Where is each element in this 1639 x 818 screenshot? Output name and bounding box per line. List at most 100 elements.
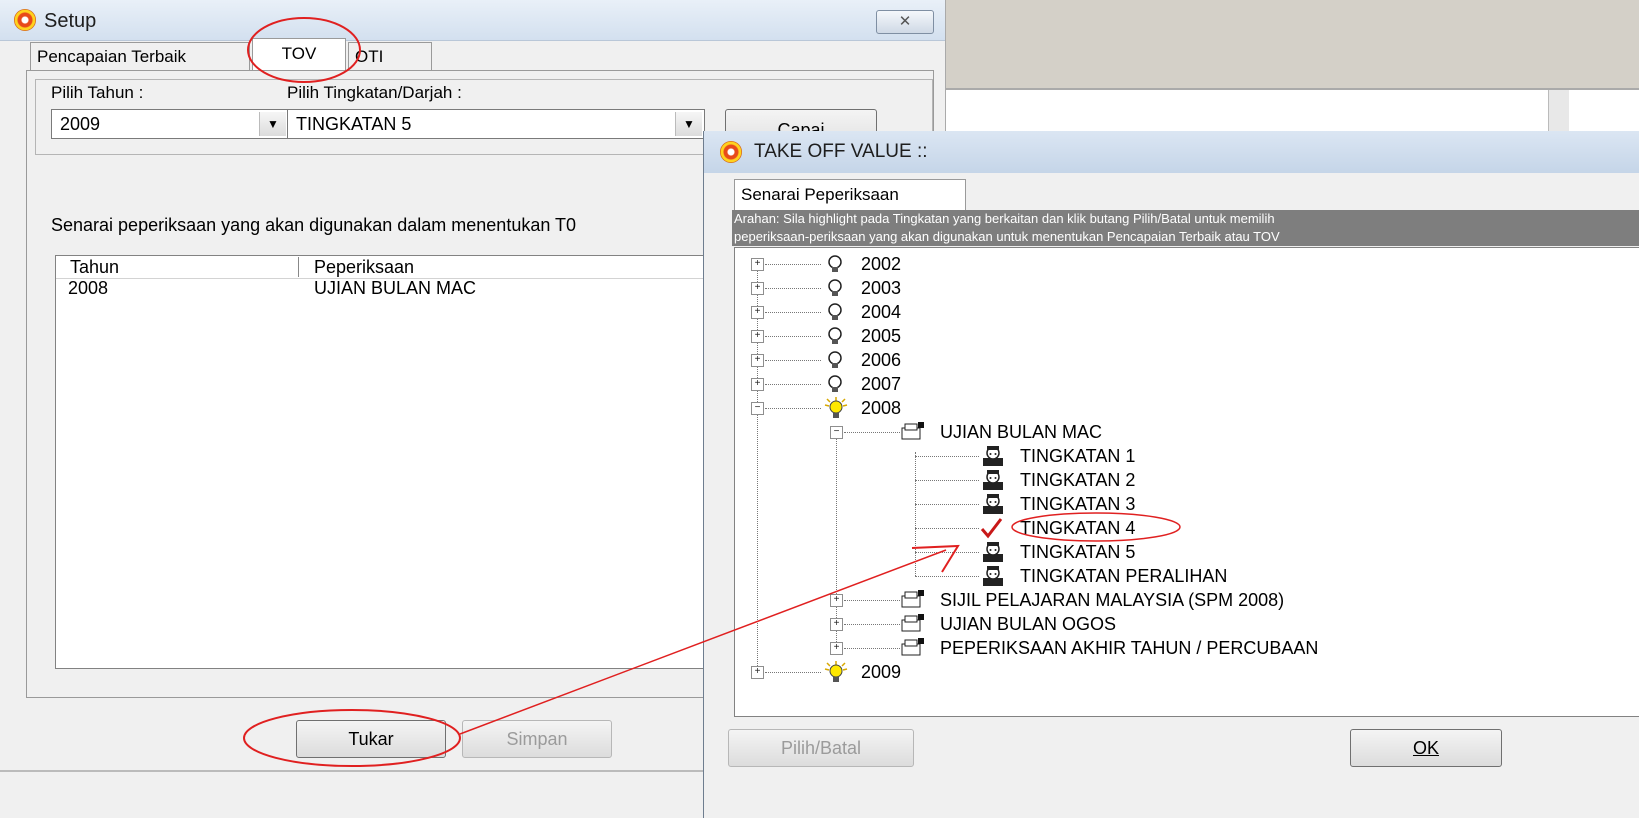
tree-connector (915, 456, 979, 457)
tab-senarai-peperiksaan[interactable]: Senarai Peperiksaan (734, 179, 966, 211)
expand-plus-icon[interactable]: + (830, 594, 843, 607)
exam-folder-icon (901, 590, 924, 608)
tree-node-spm-2008[interactable]: + SIJIL PELAJARAN MALAYSIA (SPM 2008) (735, 588, 1635, 612)
tree-node-ujian-bulan-ogos[interactable]: + UJIAN BULAN OGOS (735, 612, 1635, 636)
expand-plus-icon[interactable]: + (751, 306, 764, 319)
student-icon (983, 446, 1003, 466)
tree-node-tingkatan-2[interactable]: TINGKATAN 2 (735, 468, 1635, 492)
target-icon (14, 9, 36, 31)
exam-list[interactable]: Tahun Peperiksaan 2008 UJIAN BULAN MAC (55, 255, 735, 669)
tree-year-label: 2002 (861, 254, 902, 274)
take-off-value-dialog: TAKE OFF VALUE :: Senarai Peperiksaan Ar… (703, 131, 1639, 818)
tree-node-peperiksaan-akhir[interactable]: + PEPERIKSAAN AKHIR TAHUN / PERCUBAAN (735, 636, 1635, 660)
student-icon (983, 566, 1003, 586)
tree-node-2002[interactable]: + 2002 (735, 252, 1635, 276)
setup-title-bar[interactable]: Setup ✕ (0, 0, 945, 41)
student-icon (983, 494, 1003, 514)
tab-pencapaian-terbaik[interactable]: Pencapaian Terbaik (30, 42, 250, 70)
scrollbar-stub[interactable] (1548, 90, 1569, 132)
tree-node-tingkatan-3[interactable]: TINGKATAN 3 (735, 492, 1635, 516)
tree-connector (765, 360, 821, 361)
tree-connector (765, 672, 821, 673)
expand-plus-icon[interactable]: + (751, 354, 764, 367)
column-header-tahun[interactable]: Tahun (70, 256, 119, 278)
expand-plus-icon[interactable]: + (830, 642, 843, 655)
chevron-down-icon[interactable]: ▼ (675, 112, 702, 136)
tree-year-label: 2003 (861, 278, 902, 298)
tree-node-tingkatan-4[interactable]: TINGKATAN 4 (735, 516, 1635, 540)
column-divider[interactable] (298, 257, 299, 277)
expand-plus-icon[interactable]: + (751, 282, 764, 295)
tukar-button[interactable]: Tukar (296, 720, 446, 758)
year-select[interactable]: 2009 ▼ (51, 109, 289, 139)
tree-node-2003[interactable]: + 2003 (735, 276, 1635, 300)
tree-node-2009[interactable]: + 2009 (735, 660, 1635, 684)
tree-connector (915, 576, 979, 577)
tab-oti[interactable]: OTI (348, 42, 432, 70)
tree-node-tingkatan-peralihan[interactable]: TINGKATAN PERALIHAN (735, 564, 1635, 588)
tree-node-2008[interactable]: − 2008 (735, 396, 1635, 420)
collapse-minus-icon[interactable]: − (830, 426, 843, 439)
column-header-peperiksaan[interactable]: Peperiksaan (314, 256, 414, 278)
ok-button[interactable]: OK (1350, 729, 1502, 767)
simpan-button[interactable]: Simpan (462, 720, 612, 758)
tree-connector (765, 408, 821, 409)
tree-year-label: 2009 (861, 662, 902, 682)
tree-level-label: TINGKATAN 4 (1020, 518, 1136, 538)
tree-level-label: TINGKATAN 3 (1020, 494, 1136, 514)
target-icon (720, 141, 742, 163)
tree-node-2004[interactable]: + 2004 (735, 300, 1635, 324)
exam-list-description: Senarai peperiksaan yang akan digunakan … (51, 215, 577, 235)
tree-node-tingkatan-1[interactable]: TINGKATAN 1 (735, 444, 1635, 468)
pilih-batal-button[interactable]: Pilih/Batal (728, 729, 914, 767)
year-select-value: 2009 (60, 114, 101, 134)
tree-connector (915, 504, 979, 505)
tree-level-label: TINGKATAN 1 (1020, 446, 1136, 466)
tree-exam-label: UJIAN BULAN OGOS (940, 614, 1117, 634)
background-divider (946, 88, 1639, 90)
table-row[interactable]: 2008 UJIAN BULAN MAC (56, 278, 734, 300)
tree-connector (915, 528, 979, 529)
tree-connector (765, 336, 821, 337)
exam-list-header: Tahun Peperiksaan (56, 256, 734, 279)
tingkatan-select[interactable]: TINGKATAN 5 ▼ (287, 109, 705, 139)
tree-node-2007[interactable]: + 2007 (735, 372, 1635, 396)
expand-plus-icon[interactable]: + (751, 258, 764, 271)
student-icon (983, 470, 1003, 490)
dialog-title: TAKE OFF VALUE :: (754, 141, 928, 162)
close-button[interactable]: ✕ (876, 10, 934, 34)
bulb-off-icon (828, 351, 842, 368)
dialog-title-bar[interactable]: TAKE OFF VALUE :: (704, 131, 1639, 173)
tree-year-label: 2008 (861, 398, 902, 418)
tree-node-2005[interactable]: + 2005 (735, 324, 1635, 348)
tab-tov[interactable]: TOV (252, 38, 346, 71)
tree-connector (765, 264, 821, 265)
tree-exam-label: PEPERIKSAAN AKHIR TAHUN / PERCUBAAN (940, 638, 1319, 658)
exam-tree[interactable]: + 2002 + 2003 + 2004 + 2005 + 2006 + 200… (734, 247, 1639, 717)
tree-year-label: 2005 (861, 326, 902, 346)
tree-level-label: TINGKATAN PERALIHAN (1020, 566, 1228, 586)
bulb-off-icon (828, 375, 842, 392)
chevron-down-icon[interactable]: ▼ (259, 112, 286, 136)
pilih-tingkatan-label: Pilih Tingkatan/Darjah : (287, 83, 462, 102)
expand-plus-icon[interactable]: + (751, 330, 764, 343)
bulb-off-icon (828, 303, 842, 320)
exam-folder-icon (901, 422, 924, 440)
tree-node-tingkatan-5[interactable]: TINGKATAN 5 (735, 540, 1635, 564)
expand-plus-icon[interactable]: + (751, 666, 764, 679)
tree-node-ujian-bulan-mac[interactable]: − UJIAN BULAN MAC (735, 420, 1635, 444)
expand-plus-icon[interactable]: + (830, 618, 843, 631)
arahan-line-1: Arahan: Sila highlight pada Tingkatan ya… (732, 210, 1639, 228)
collapse-minus-icon[interactable]: − (751, 402, 764, 415)
cell-peperiksaan: UJIAN BULAN MAC (314, 278, 477, 298)
exam-folder-icon (901, 638, 924, 656)
tree-connector (915, 552, 979, 553)
tree-connector (844, 648, 900, 649)
tree-year-label: 2004 (861, 302, 902, 322)
tree-node-2006[interactable]: + 2006 (735, 348, 1635, 372)
tree-connector (844, 432, 900, 433)
bulb-on-icon (824, 661, 848, 682)
expand-plus-icon[interactable]: + (751, 378, 764, 391)
tree-exam-label: UJIAN BULAN MAC (940, 422, 1103, 442)
tree-connector (765, 312, 821, 313)
